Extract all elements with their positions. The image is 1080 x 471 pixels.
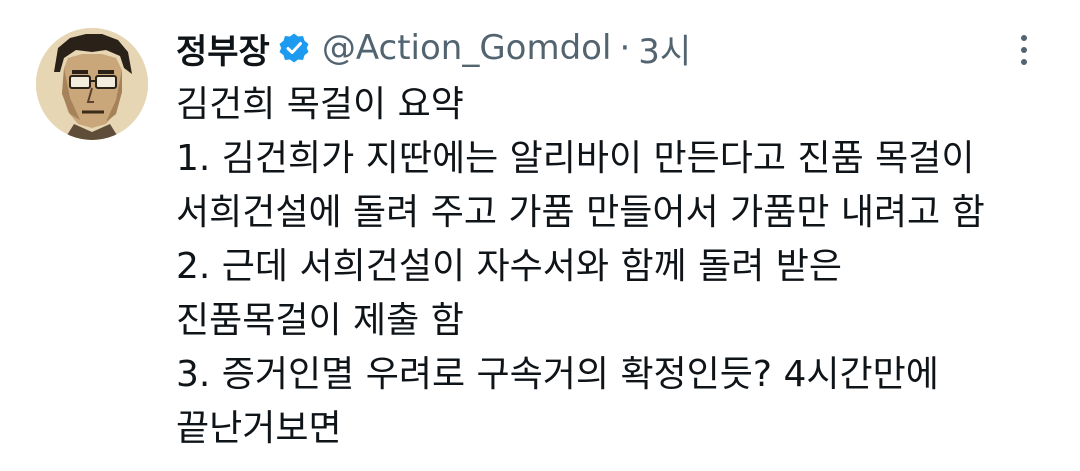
tweet-text-line: 1. 김건희가 지딴에는 알리바이 만든다고 진품 목걸이 bbox=[176, 138, 975, 179]
verified-badge-icon bbox=[278, 32, 310, 64]
avatar-illustration bbox=[36, 28, 148, 140]
tweet[interactable]: 정부장 @Action_Gomdol · 3시 김건희 목걸이 요약 1. 김건… bbox=[0, 0, 1080, 471]
tweet-text-line: 2. 근데 서희건설이 자수서와 함께 돌려 받은 bbox=[176, 246, 843, 287]
display-name[interactable]: 정부장 bbox=[176, 24, 270, 73]
tweet-header: 정부장 @Action_Gomdol · 3시 bbox=[176, 20, 691, 76]
more-options-icon[interactable] bbox=[1010, 28, 1038, 72]
tweet-timestamp[interactable]: 3시 bbox=[638, 24, 691, 73]
tweet-text: 김건희 목걸이 요약 1. 김건희가 지딴에는 알리바이 만든다고 진품 목걸이… bbox=[176, 78, 1056, 456]
tweet-text-line: 3. 증거인멸 우려로 구속거의 확정인듯? 4시간만에 bbox=[176, 354, 939, 395]
user-avatar[interactable] bbox=[36, 28, 148, 140]
user-handle[interactable]: @Action_Gomdol bbox=[322, 28, 612, 68]
tweet-text-line: 끝난거보면 bbox=[176, 408, 342, 449]
tweet-text-line: 진품목걸이 제출 함 bbox=[176, 300, 464, 341]
separator-dot: · bbox=[619, 28, 631, 68]
tweet-text-line: 김건희 목걸이 요약 bbox=[176, 84, 464, 125]
tweet-text-line: 서희건설에 돌려 주고 가품 만들어서 가품만 내려고 함 bbox=[176, 192, 985, 233]
